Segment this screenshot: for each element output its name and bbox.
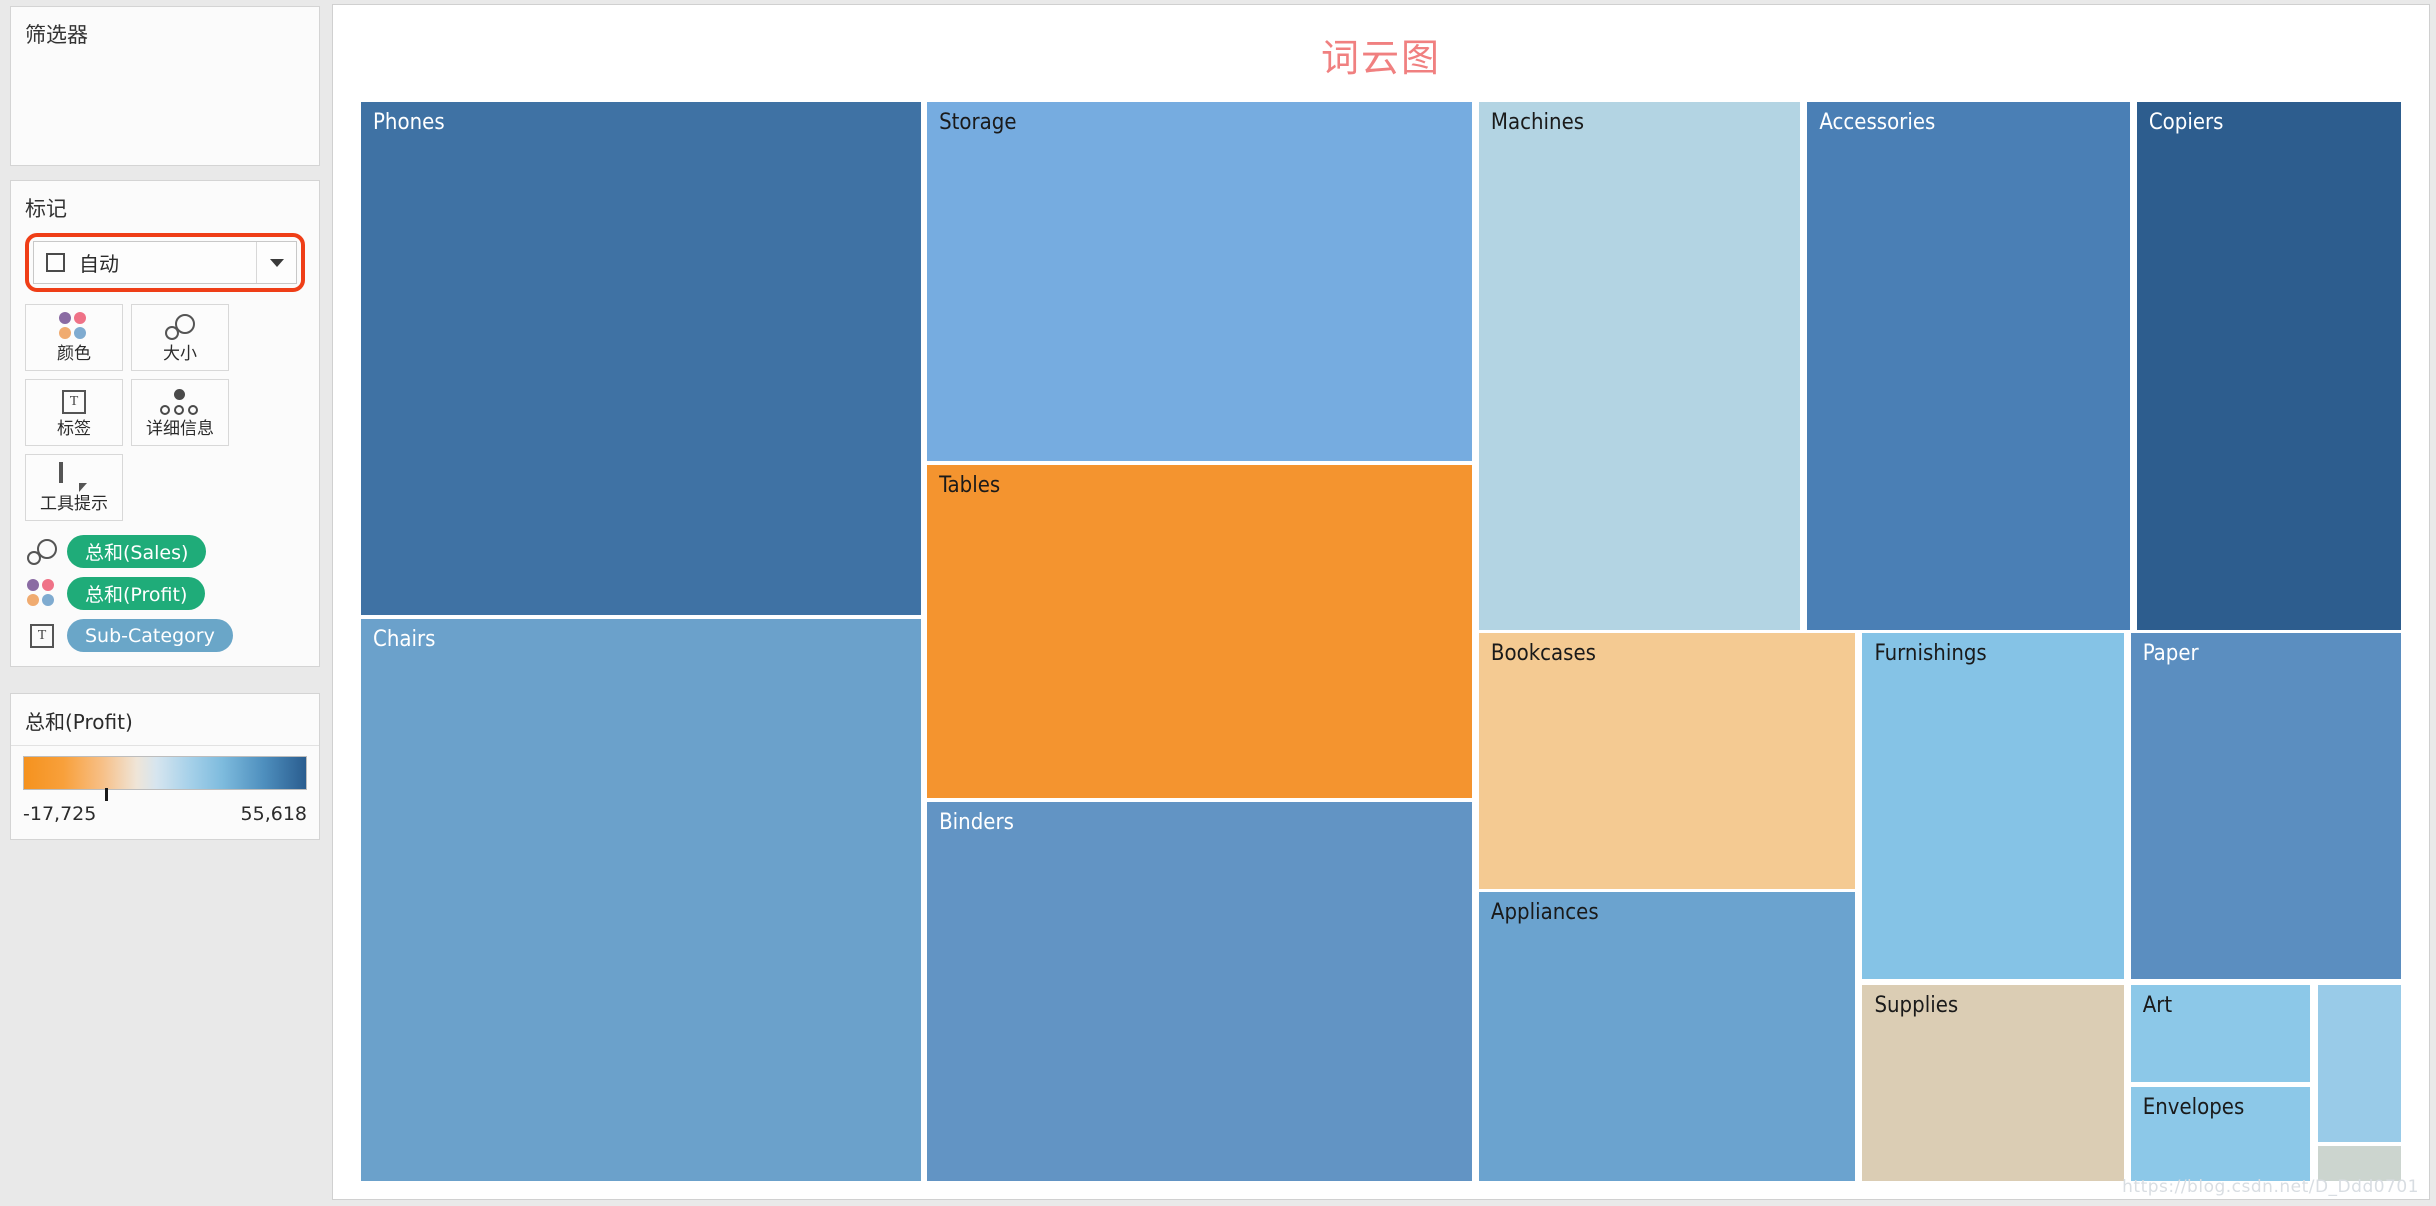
treemap-tile[interactable]: Envelopes [2130, 1087, 2311, 1181]
filters-card-title: 筛选器 [25, 23, 88, 47]
treemap: Phones Chairs Storage Tables Binders Machines… [361, 102, 2401, 1181]
mark-type-dropdown[interactable]: 自动 [33, 241, 297, 284]
legend-max-value: 55,618 [240, 803, 307, 825]
color-dots-icon [25, 578, 59, 609]
treemap-tile-label: Envelopes [2142, 1095, 2245, 1121]
text-label-icon: T [62, 387, 86, 417]
left-sidebar: 筛选器 标记 自动 颜色 大小 T 标签 详细信息 工具提示 总和(Sales)… [0, 0, 328, 1206]
legend-title: 总和(Profit) [11, 694, 319, 746]
treemap-tile-label: Chairs [373, 626, 436, 652]
tooltip-button-label: 工具提示 [40, 494, 108, 514]
treemap-container: Phones Chairs Storage Tables Binders Machines… [361, 102, 2401, 1181]
treemap-tile[interactable]: Appliances [1478, 892, 1856, 1181]
treemap-tile-label: Furnishings [1874, 641, 1987, 667]
label-button[interactable]: T 标签 [25, 379, 123, 446]
filters-card: 筛选器 [10, 6, 320, 166]
treemap-tile[interactable]: Art [2130, 984, 2311, 1083]
diverging-gradient-bar[interactable] [23, 756, 307, 790]
pill-row-profit: 总和(Profit) [25, 577, 305, 610]
treemap-tile[interactable] [2318, 984, 2401, 1142]
treemap-tile[interactable]: Accessories [1807, 102, 2130, 630]
size-circles-icon [25, 538, 59, 565]
treemap-tile[interactable]: Supplies [1862, 984, 2124, 1181]
size-button[interactable]: 大小 [131, 304, 229, 371]
chart-title[interactable]: 词云图 [333, 5, 2429, 102]
color-button[interactable]: 颜色 [25, 304, 123, 371]
color-legend-card: 总和(Profit) -17,725 55,618 [10, 693, 320, 840]
treemap-tile-label: Tables [939, 473, 1001, 499]
treemap-tile[interactable]: Copiers [2136, 102, 2401, 630]
treemap-tile[interactable]: Bookcases [1478, 633, 1856, 889]
treemap-tile-label: Supplies [1874, 992, 1959, 1018]
treemap-tile-label: Paper [2142, 641, 2199, 667]
pill-row-sales: 总和(Sales) [25, 535, 305, 568]
chevron-down-icon[interactable] [256, 242, 296, 283]
view-sheet: 词云图 Phones Chairs Storage Tables Binders Mach… [332, 4, 2430, 1200]
legend-body: -17,725 55,618 [11, 746, 319, 839]
square-mark-icon [46, 253, 65, 272]
mark-type-value: 自动 [79, 252, 119, 276]
color-button-label: 颜色 [57, 344, 91, 364]
size-button-label: 大小 [163, 344, 197, 364]
treemap-tile[interactable]: Chairs [361, 618, 921, 1181]
tableau-worksheet-window: 筛选器 标记 自动 颜色 大小 T 标签 详细信息 工具提示 总和(Sales)… [0, 0, 2436, 1206]
detail-dots-icon [160, 387, 200, 417]
marks-pills-list: 总和(Sales) 总和(Profit) T Sub-Category [11, 521, 319, 652]
gradient-zero-tick [105, 788, 109, 801]
treemap-tile[interactable] [2318, 1145, 2401, 1181]
pill-sum-sales[interactable]: 总和(Sales) [67, 535, 207, 568]
treemap-tile[interactable]: Machines [1478, 102, 1801, 630]
marks-card: 标记 自动 颜色 大小 T 标签 详细信息 工具提示 总和(Sales) 总和(… [10, 180, 320, 667]
treemap-tile-label: Copiers [2148, 110, 2224, 135]
legend-gradient-wrap [23, 756, 307, 801]
treemap-tile-label: Machines [1490, 110, 1585, 135]
treemap-tile-label: Bookcases [1490, 641, 1596, 667]
detail-button-label: 详细信息 [146, 419, 214, 439]
text-label-icon: T [25, 623, 59, 648]
treemap-tile[interactable]: Paper [2130, 633, 2401, 980]
treemap-tile-label: Storage [939, 110, 1017, 135]
treemap-tile-label: Art [2142, 992, 2173, 1018]
treemap-tile[interactable]: Storage [927, 102, 1472, 462]
marks-button-group: 颜色 大小 T 标签 详细信息 工具提示 [11, 292, 319, 521]
treemap-tile[interactable]: Tables [927, 465, 1472, 799]
tooltip-button[interactable]: 工具提示 [25, 454, 123, 521]
tooltip-bubble-icon [59, 462, 89, 492]
treemap-tile-label: Phones [373, 110, 445, 135]
treemap-tile-label: Binders [939, 810, 1014, 836]
treemap-tile[interactable]: Binders [927, 802, 1472, 1181]
watermark-text: https://blog.csdn.net/D_Ddd0701 [2122, 1177, 2419, 1197]
mark-type-highlight-box: 自动 [25, 233, 305, 292]
treemap-tile[interactable]: Phones [361, 102, 921, 616]
worksheet-area: 词云图 Phones Chairs Storage Tables Binders Mach… [328, 0, 2436, 1206]
color-dots-icon [59, 312, 89, 342]
label-button-label: 标签 [57, 419, 91, 439]
legend-min-value: -17,725 [23, 803, 97, 825]
pill-sub-category[interactable]: Sub-Category [67, 619, 233, 652]
treemap-tile-label: Appliances [1490, 900, 1599, 926]
treemap-tile-label: Accessories [1819, 110, 1936, 135]
treemap-tile[interactable]: Furnishings [1862, 633, 2124, 980]
pill-row-subcategory: T Sub-Category [25, 619, 305, 652]
detail-button[interactable]: 详细信息 [131, 379, 229, 446]
legend-value-range: -17,725 55,618 [23, 803, 307, 825]
pill-sum-profit[interactable]: 总和(Profit) [67, 577, 206, 610]
size-circles-icon [165, 312, 195, 342]
marks-card-title: 标记 [25, 197, 67, 221]
